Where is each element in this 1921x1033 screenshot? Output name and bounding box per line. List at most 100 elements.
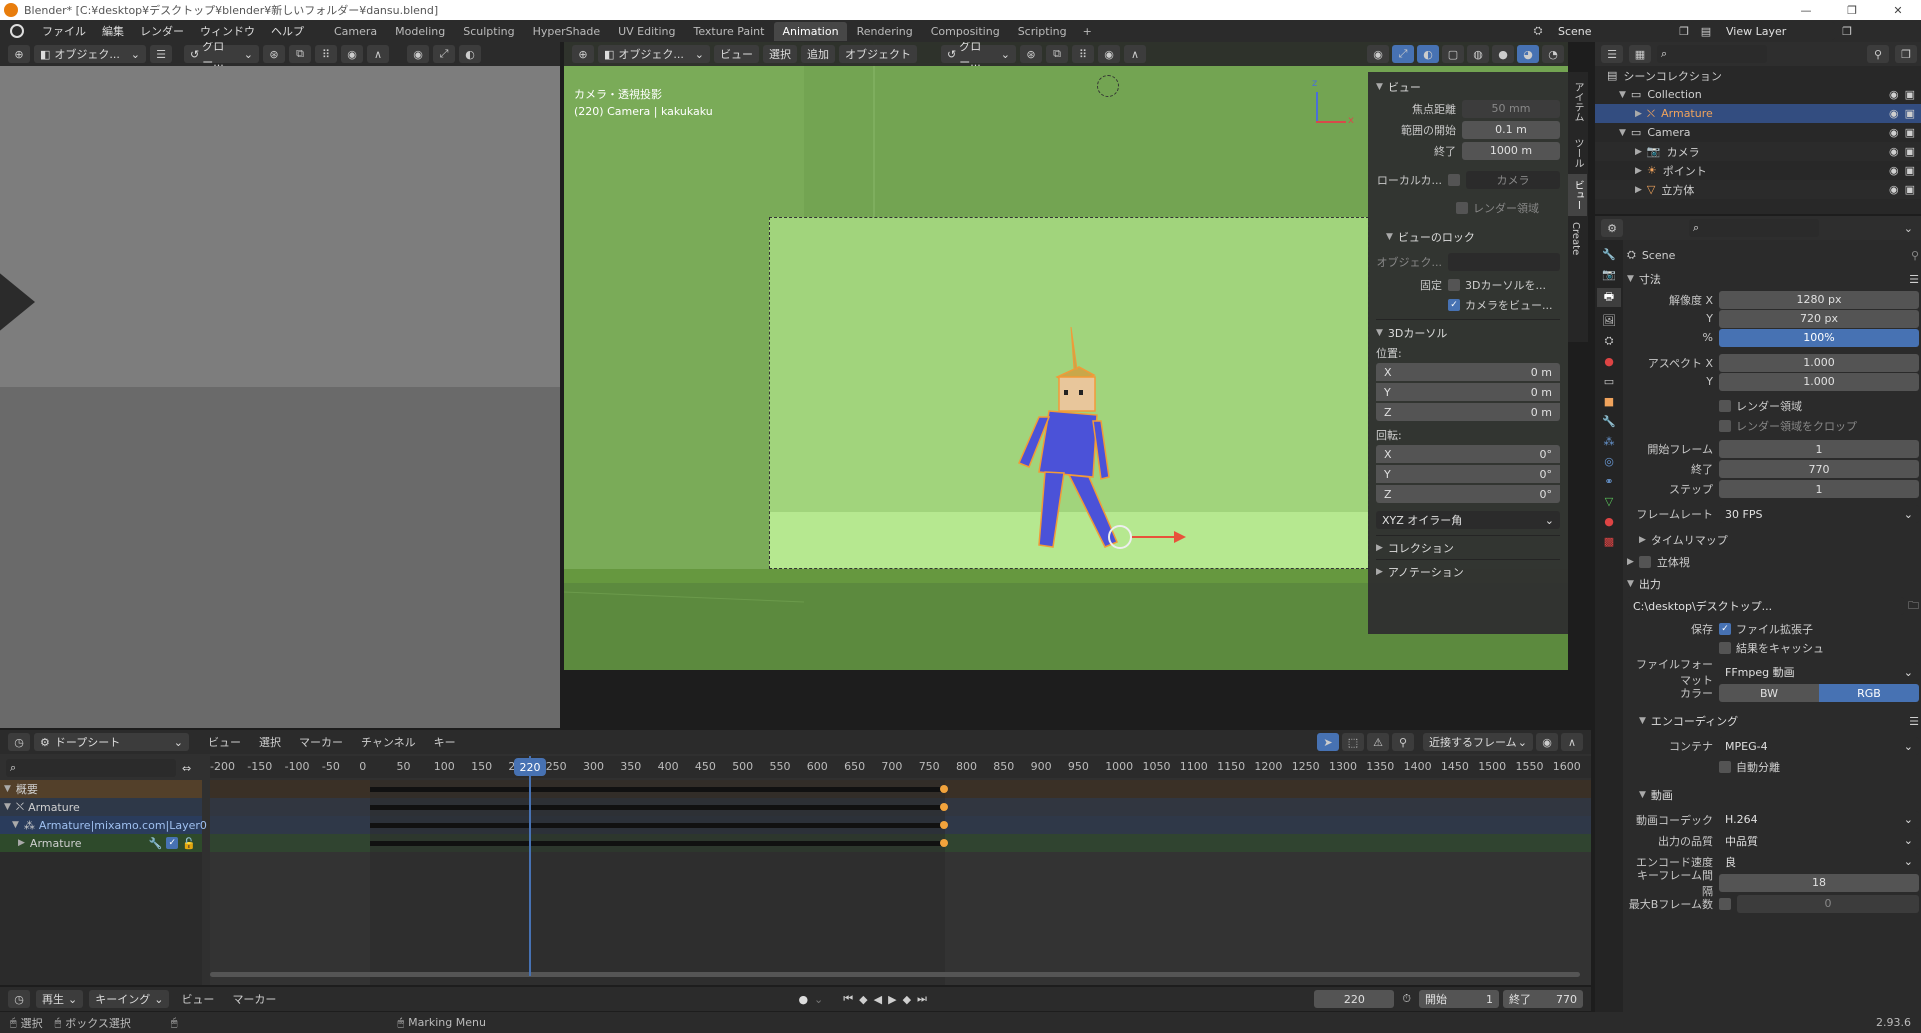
shading-solid-icon[interactable]: ● bbox=[1492, 45, 1514, 63]
tab-scripting[interactable]: Scripting bbox=[1010, 22, 1075, 41]
expand-icon[interactable]: ▶ bbox=[1635, 185, 1642, 195]
local-camera-checkbox[interactable] bbox=[1448, 174, 1460, 186]
rotation-mode-dropdown[interactable]: XYZ オイラー角 ⌄ bbox=[1376, 511, 1560, 529]
overlay-icon[interactable]: ◐ bbox=[459, 45, 481, 63]
visibility-eye-icon[interactable]: ◉ bbox=[1889, 107, 1899, 120]
aspect-y-field[interactable]: 1.000 bbox=[1719, 372, 1919, 391]
lock-object-field[interactable] bbox=[1448, 253, 1560, 271]
scene-icon[interactable]: ⛭ bbox=[1528, 24, 1548, 38]
dopesheet-menu-channel[interactable]: チャンネル bbox=[354, 734, 423, 750]
viewport-proportional-icon[interactable]: ◉ bbox=[1098, 45, 1120, 63]
particles-tab-icon[interactable]: ⁂ bbox=[1604, 435, 1615, 448]
menu-render[interactable]: レンダー bbox=[132, 23, 192, 39]
xray-icon[interactable]: ▢ bbox=[1442, 45, 1464, 63]
texture-tab-icon[interactable]: ▩ bbox=[1604, 535, 1614, 548]
play-reverse-icon[interactable]: ◀ bbox=[874, 993, 882, 1006]
proportional-icon[interactable]: ◉ bbox=[341, 45, 363, 63]
time-remap-title[interactable]: タイムリマップ bbox=[1651, 532, 1728, 548]
visibility-eye-icon[interactable]: ◉ bbox=[1889, 164, 1899, 177]
light-gizmo[interactable] bbox=[1097, 75, 1119, 97]
dopesheet-menu-marker[interactable]: マーカー bbox=[292, 734, 350, 750]
outliner-row[interactable]: ▶ 📷 カメラ ◉ ▣ bbox=[1595, 142, 1921, 161]
tab-animation[interactable]: Animation bbox=[774, 21, 847, 41]
wrench-icon[interactable]: 🔧 bbox=[149, 837, 163, 850]
color-rgb-button[interactable]: RGB bbox=[1819, 684, 1919, 702]
file-format-dropdown[interactable]: FFmpeg 動画 ⌄ bbox=[1719, 663, 1919, 681]
frame-rate-dropdown[interactable]: 30 FPS ⌄ bbox=[1719, 505, 1919, 523]
jump-end-icon[interactable]: ⏭ bbox=[917, 992, 927, 1006]
keyframe-interval-field[interactable]: 18 bbox=[1719, 873, 1919, 892]
tab-uv-editing[interactable]: UV Editing bbox=[610, 22, 683, 41]
view-layer-tab-icon[interactable]: 🖼 bbox=[1602, 314, 1616, 327]
shading-wireframe-icon[interactable]: ◍ bbox=[1467, 45, 1489, 63]
dopesheet-menu-view[interactable]: ビュー bbox=[201, 734, 248, 750]
collection-tab-icon[interactable]: ▭ bbox=[1604, 375, 1614, 388]
visibility-eye-icon[interactable]: ◉ bbox=[1889, 88, 1899, 101]
new-collection-icon[interactable]: ❐ bbox=[1895, 45, 1917, 63]
file-extension-checkbox[interactable]: ✓ bbox=[1719, 622, 1731, 635]
gizmo-icon[interactable]: ⤢ bbox=[433, 45, 455, 63]
menu-file[interactable]: ファイル bbox=[34, 23, 94, 39]
outliner-type-icon[interactable]: ☰ bbox=[1601, 45, 1623, 63]
focal-length-field[interactable]: 50 mm bbox=[1462, 99, 1560, 118]
visibility-icon[interactable]: ◉ bbox=[407, 45, 429, 63]
playhead-frame-badge[interactable]: 220 bbox=[514, 758, 546, 776]
scene-field[interactable]: Scene bbox=[1552, 22, 1672, 40]
outliner-row[interactable]: ▼ ▭ Collection ◉ ▣ bbox=[1595, 85, 1921, 104]
record-options-icon[interactable]: ⌄ bbox=[814, 993, 823, 1006]
editor-type-icon[interactable]: ⊕ bbox=[8, 45, 30, 63]
properties-search[interactable]: ⌕ bbox=[1689, 219, 1819, 237]
tab-modeling[interactable]: Modeling bbox=[387, 22, 453, 41]
dimensions-title[interactable]: 寸法 bbox=[1639, 271, 1661, 287]
outliner-display-icon[interactable]: ▦ bbox=[1629, 45, 1651, 63]
next-key-icon[interactable]: ◆ bbox=[903, 993, 911, 1006]
output-tab-icon[interactable]: 🖶 bbox=[1597, 288, 1621, 307]
channel-group[interactable]: ▶ Armature 🔧 ✓ 🔓 bbox=[0, 834, 202, 852]
frame-step-field[interactable]: 1 bbox=[1719, 480, 1919, 498]
add-workspace-icon[interactable]: + bbox=[1077, 25, 1098, 38]
view-lock-title[interactable]: ビューのロック bbox=[1398, 229, 1475, 245]
visibility-eye-icon[interactable]: ◉ bbox=[1889, 183, 1899, 196]
viewport-mode-dropdown[interactable]: ◧ オブジェク... ⌄ bbox=[598, 45, 710, 63]
viewport-editor-type-icon[interactable]: ⊕ bbox=[572, 45, 594, 63]
collection-section-title[interactable]: コレクション bbox=[1388, 540, 1454, 556]
crop-region-checkbox[interactable] bbox=[1719, 419, 1731, 432]
world-tab-icon[interactable]: ● bbox=[1604, 355, 1614, 368]
object-tab-icon[interactable]: ■ bbox=[1604, 395, 1614, 408]
speed-dropdown[interactable]: 良 ⌄ bbox=[1719, 852, 1919, 871]
lock-camera-checkbox[interactable]: ✓ bbox=[1448, 299, 1460, 311]
stopwatch-icon[interactable]: ⏱ bbox=[1402, 992, 1411, 1006]
only-errors-icon[interactable]: ⚠ bbox=[1367, 733, 1389, 751]
left-viewport[interactable]: ⊕ ◧ オブジェク... ⌄ ☰ ↺ グロー... ⌄ ⊛ ⧉ ⠿ ◉ ∧ ◉ ⤢ ◐ bbox=[0, 42, 562, 728]
new-scene-icon[interactable]: ❐ bbox=[1676, 25, 1692, 38]
dopesheet-menu-select[interactable]: 選択 bbox=[252, 734, 288, 750]
menu-edit[interactable]: 編集 bbox=[94, 23, 132, 39]
menu-window[interactable]: ウィンドウ bbox=[192, 23, 263, 39]
viewport-pivot-icon[interactable]: ⊛ bbox=[1020, 45, 1042, 63]
keying-menu[interactable]: キーイング ⌄ bbox=[89, 990, 170, 1008]
new-view-layer-icon[interactable]: ❐ bbox=[1839, 25, 1855, 38]
dopesheet-proportional-icon[interactable]: ◉ bbox=[1536, 733, 1558, 751]
swap-icon[interactable]: ⇔ bbox=[182, 762, 191, 775]
expand-icon[interactable]: ▼ bbox=[1619, 90, 1626, 100]
cursor-location-x-field[interactable]: X0 m bbox=[1376, 363, 1560, 381]
prev-key-icon[interactable]: ◆ bbox=[859, 993, 867, 1006]
hamburger-icon[interactable]: ☰ bbox=[150, 45, 172, 63]
viewport-gizmo-icon[interactable]: ⤢ bbox=[1392, 45, 1414, 63]
tab-hypershade[interactable]: HyperShade bbox=[525, 22, 609, 41]
cursor-rotation-y-field[interactable]: Y 0° bbox=[1376, 465, 1560, 483]
cursor-location-y-field[interactable]: Y0 m bbox=[1376, 383, 1560, 401]
keyframe-dot[interactable] bbox=[940, 821, 948, 829]
clip-start-field[interactable]: 0.1 m bbox=[1462, 120, 1560, 139]
tab-item[interactable]: アイテム bbox=[1568, 72, 1587, 132]
video-title[interactable]: 動画 bbox=[1651, 787, 1673, 803]
data-tab-icon[interactable]: ▽ bbox=[1605, 495, 1613, 508]
timeline-end-field[interactable]: 終了 770 bbox=[1503, 990, 1583, 1008]
dopesheet-editor-type-icon[interactable]: ◷ bbox=[8, 733, 30, 751]
record-icon[interactable]: ● bbox=[798, 993, 808, 1006]
tool-tab-icon[interactable]: 🔧 bbox=[1602, 248, 1616, 261]
view-layer-icon[interactable]: ▤ bbox=[1696, 25, 1716, 38]
folder-icon[interactable]: 🗀 bbox=[1908, 597, 1919, 616]
resolution-y-field[interactable]: 720 px bbox=[1719, 309, 1919, 328]
channel-armature-object[interactable]: ▼ ⛌ Armature bbox=[0, 798, 202, 816]
